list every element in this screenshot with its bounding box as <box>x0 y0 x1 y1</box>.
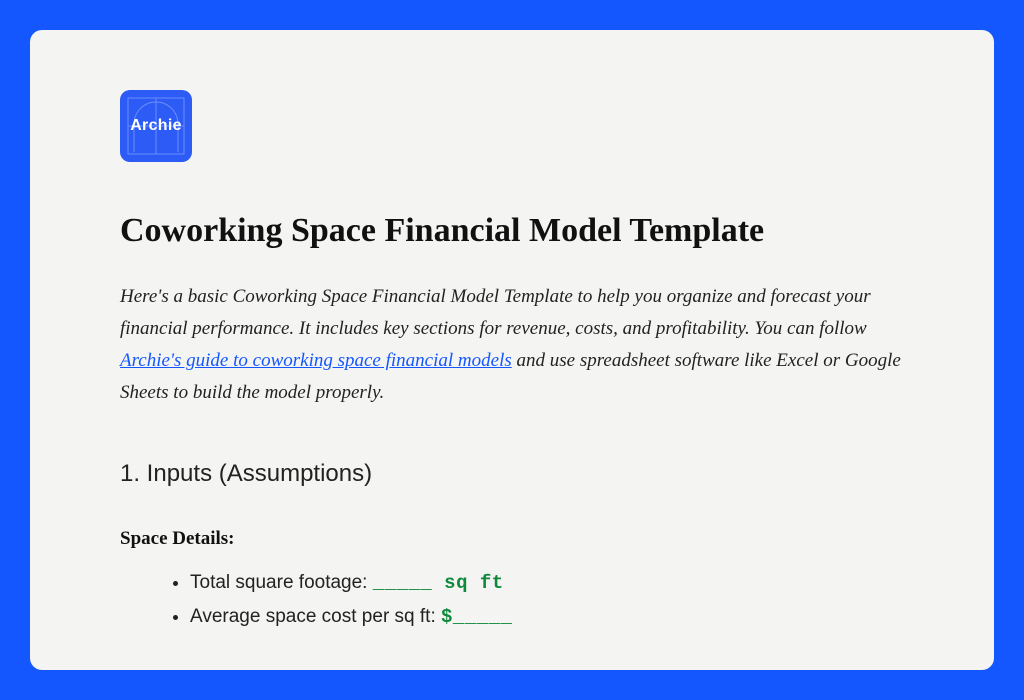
intro-text-before: Here's a basic Coworking Space Financial… <box>120 286 871 339</box>
section-heading-inputs: 1. Inputs (Assumptions) <box>120 460 904 488</box>
item-label: Average space cost per sq ft: <box>190 606 441 627</box>
space-details-list: Total square footage: _____ sq ft Averag… <box>120 566 904 635</box>
item-label: Total square footage: <box>190 572 373 593</box>
intro-paragraph: Here's a basic Coworking Space Financial… <box>120 281 904 410</box>
archie-logo: Archie <box>120 90 192 162</box>
document-page: Archie Coworking Space Financial Model T… <box>30 30 994 670</box>
page-title: Coworking Space Financial Model Template <box>120 210 904 253</box>
item-fill-blank: $_____ <box>441 606 512 628</box>
archie-logo-text: Archie <box>130 117 182 135</box>
list-item: Total square footage: _____ sq ft <box>190 566 904 600</box>
item-fill-blank: _____ sq ft <box>373 572 504 594</box>
list-item: Average space cost per sq ft: $_____ <box>190 600 904 634</box>
subheading-space-details: Space Details: <box>120 528 904 550</box>
guide-link[interactable]: Archie's guide to coworking space financ… <box>120 350 512 371</box>
